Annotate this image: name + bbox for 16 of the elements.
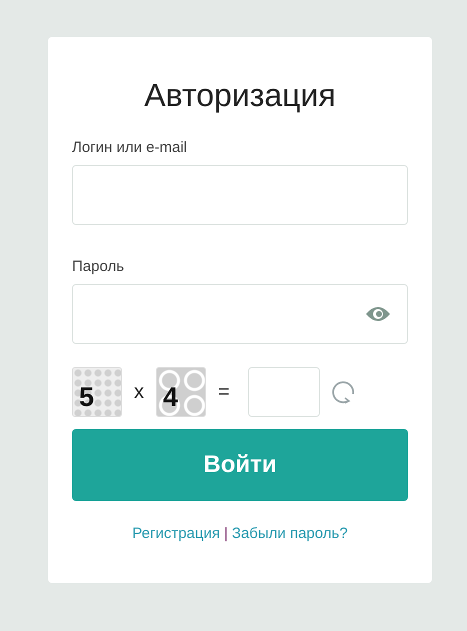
field-label: Пароль — [72, 258, 124, 276]
forgot-password-link[interactable]: Забыли пароль? — [232, 525, 348, 542]
captcha-digit: 4 — [163, 382, 178, 412]
multiply-sign: x — [134, 380, 144, 404]
link-separator: | — [224, 525, 228, 542]
register-link[interactable]: Регистрация — [132, 525, 220, 542]
field-label: Логин или e-mail — [72, 139, 188, 157]
captcha-digit: 5 — [79, 382, 94, 412]
answer-field[interactable] — [248, 367, 320, 417]
login-button[interactable]: Войти — [72, 429, 408, 501]
login-field[interactable] — [72, 165, 408, 225]
refresh-icon[interactable] — [332, 380, 356, 404]
password-field[interactable] — [72, 284, 408, 344]
equals-sign: = — [218, 380, 230, 404]
page-title: Авторизация — [143, 76, 337, 115]
eye-icon[interactable] — [365, 306, 391, 322]
